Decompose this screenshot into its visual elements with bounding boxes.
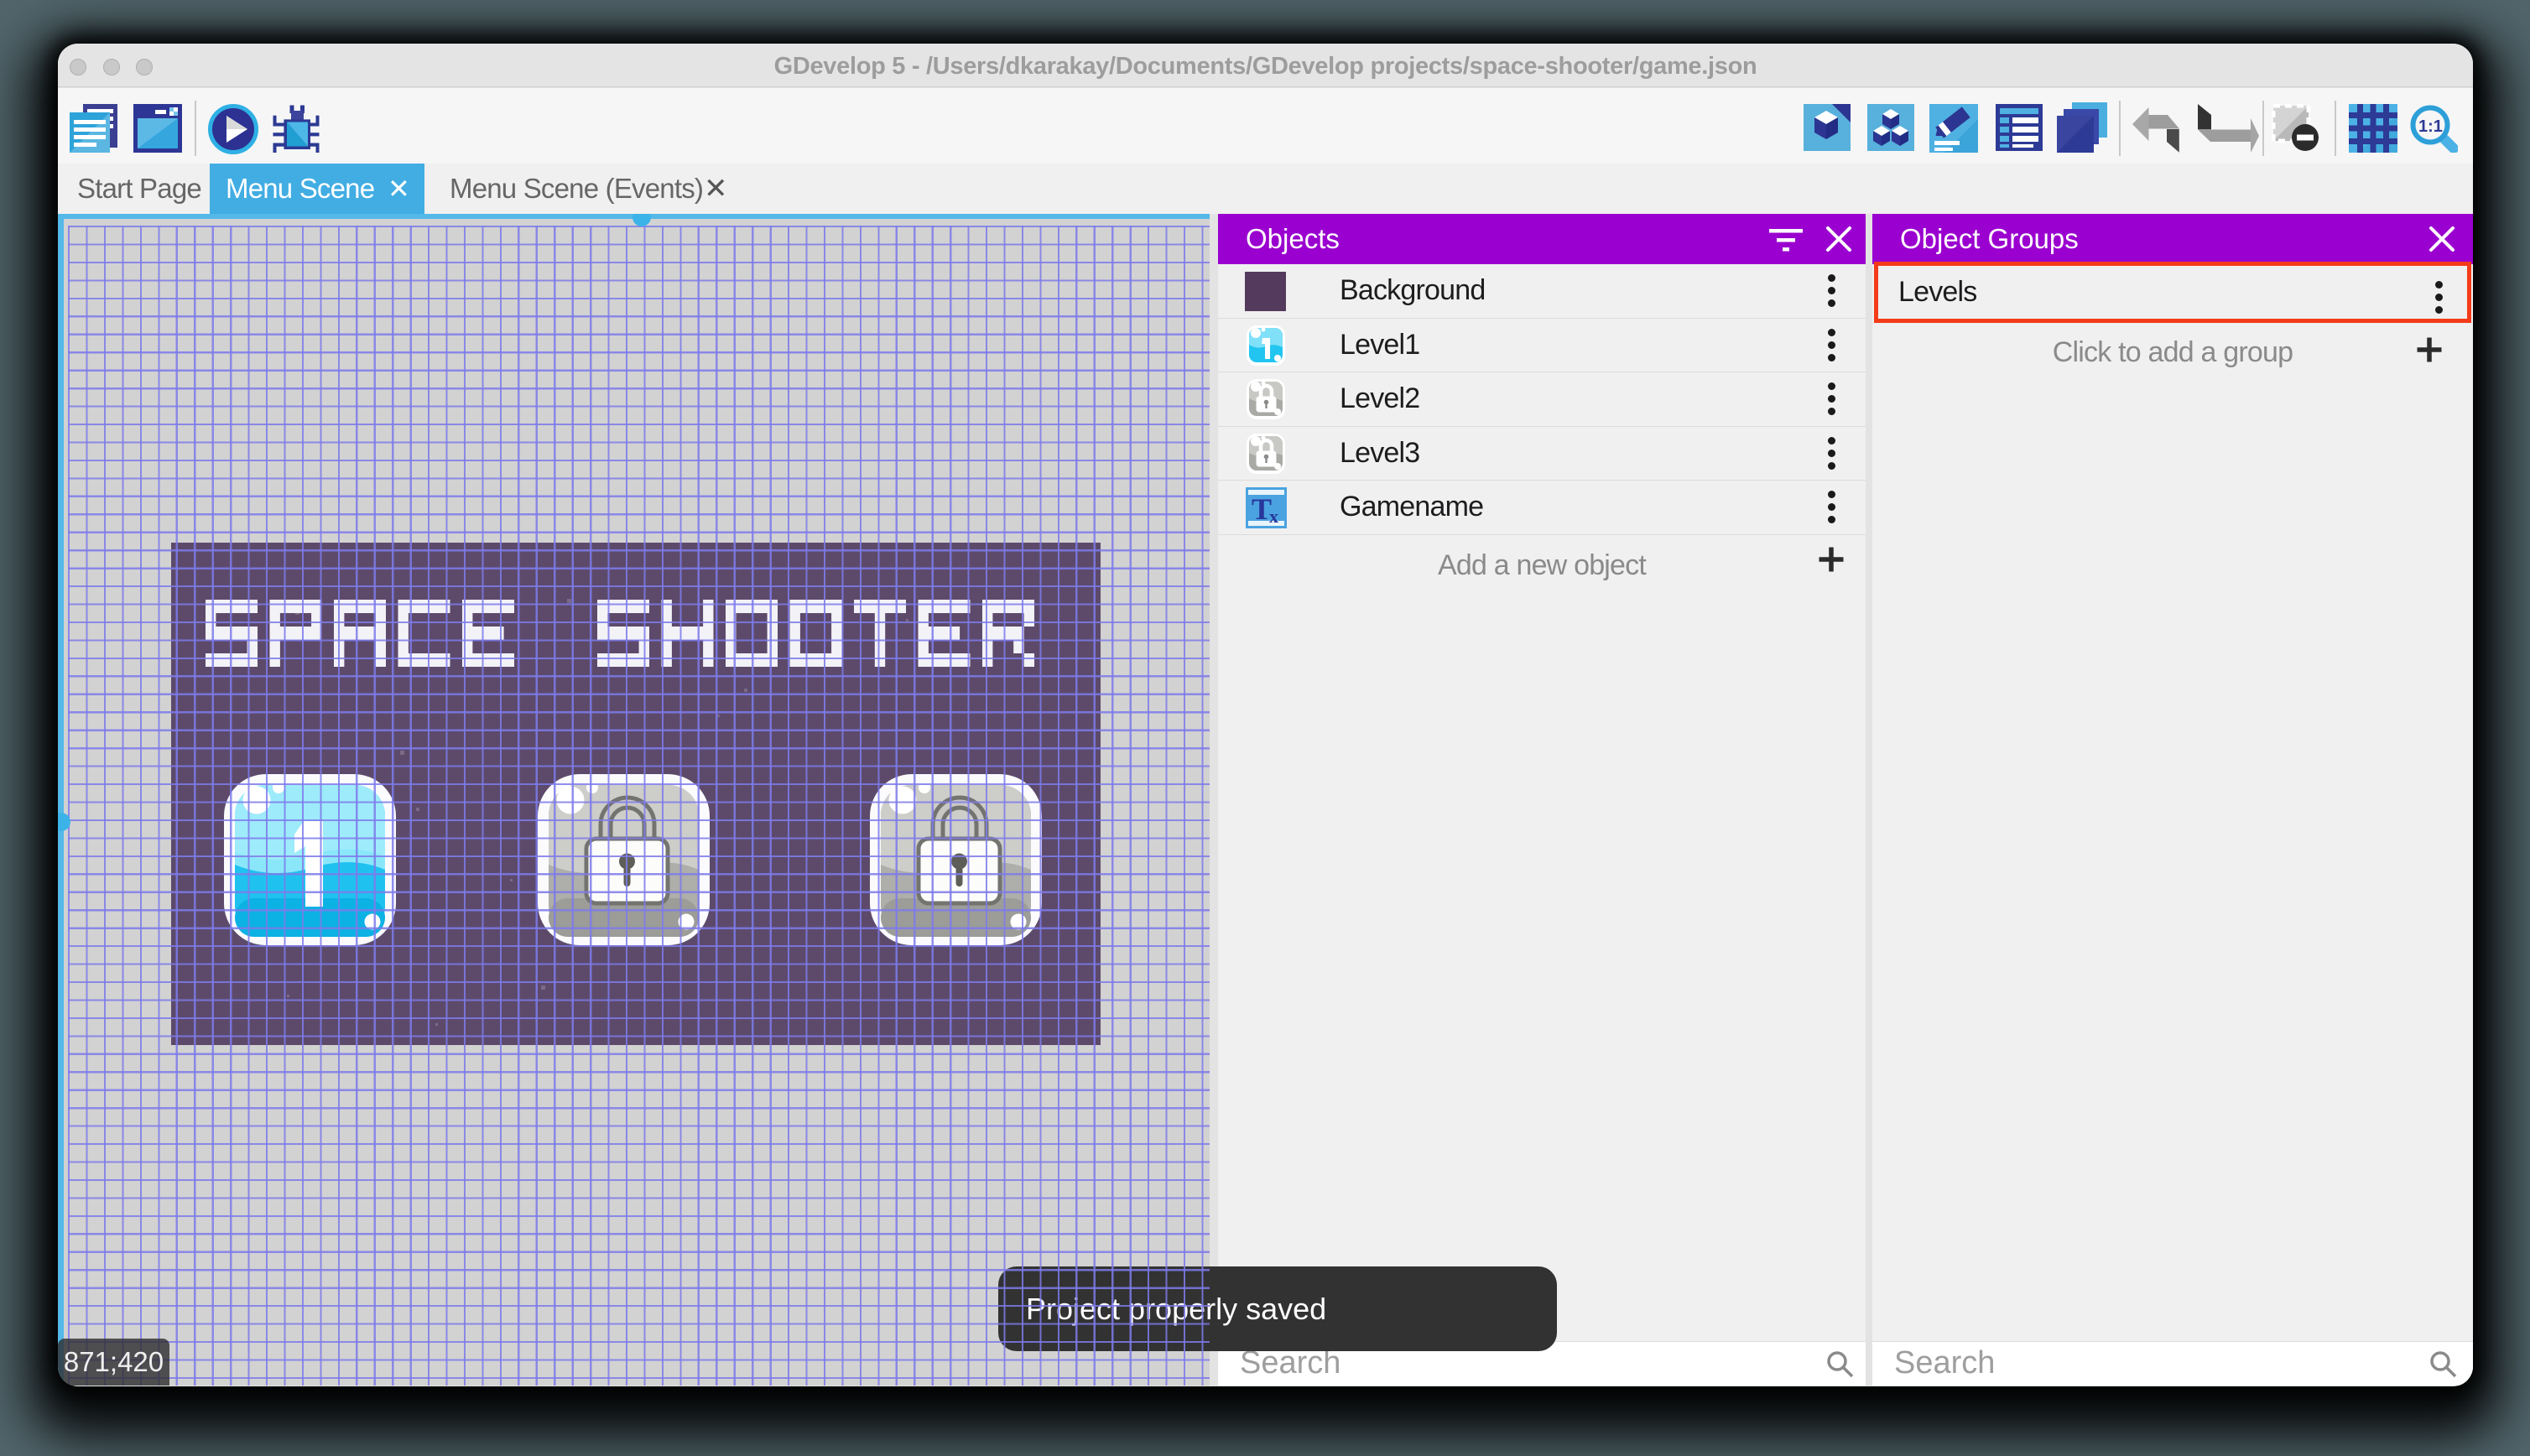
svg-text:x: x [1269, 506, 1278, 527]
svg-text:1:1: 1:1 [2418, 117, 2443, 136]
